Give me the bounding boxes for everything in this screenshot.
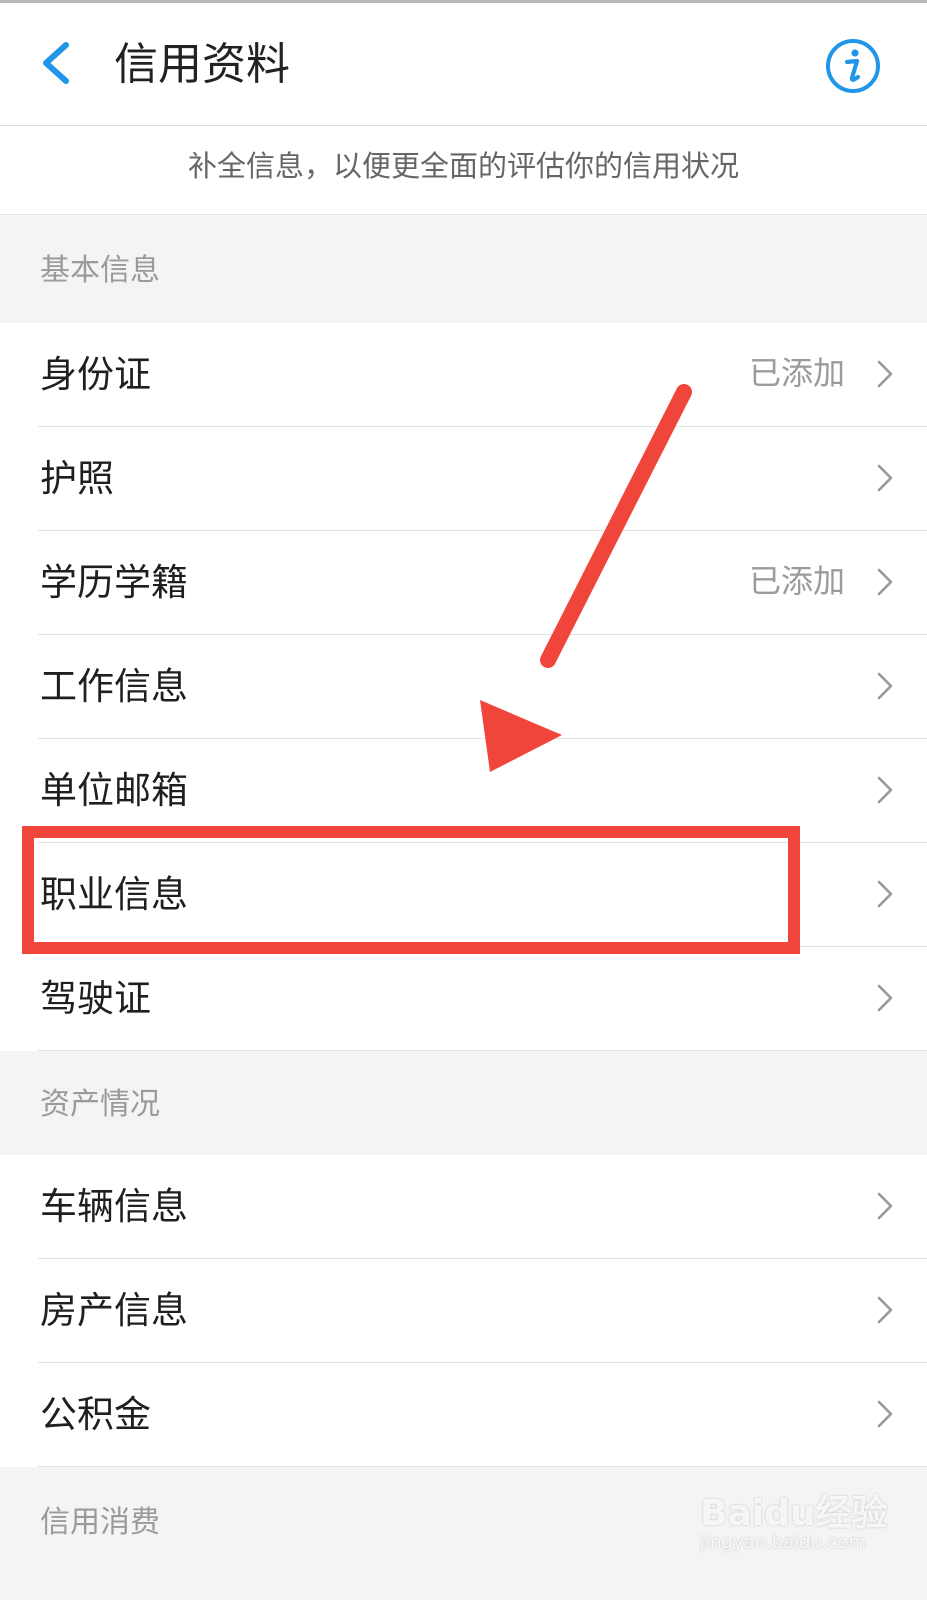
- chevron-left-icon: [43, 42, 69, 84]
- chevron-right-icon: [877, 360, 893, 388]
- item-label: 护照: [40, 457, 114, 500]
- chevron-right-icon: [877, 984, 893, 1012]
- section-title: 资产情况: [40, 1087, 160, 1122]
- section-header-assets: 资产情况: [0, 1051, 927, 1155]
- info-button[interactable]: [824, 37, 882, 95]
- list-item-driver-license[interactable]: 驾驶证: [0, 947, 927, 1051]
- item-label: 驾驶证: [40, 977, 151, 1020]
- section-title: 基本信息: [40, 253, 160, 288]
- list-item-id-card[interactable]: 身份证 已添加: [0, 323, 927, 427]
- chevron-right-icon: [877, 464, 893, 492]
- list-item-property[interactable]: 房产信息: [0, 1259, 927, 1363]
- list-item-passport[interactable]: 护照: [0, 427, 927, 531]
- chevron-right-icon: [877, 1192, 893, 1220]
- chevron-right-icon: [877, 1296, 893, 1324]
- item-status: 已添加: [748, 562, 845, 600]
- chevron-right-icon: [877, 672, 893, 700]
- subtitle-text: 补全信息，以便更全面的评估你的信用状况: [187, 149, 739, 183]
- section-title: 信用消费: [40, 1505, 160, 1540]
- nav-bar: 信用资料: [0, 3, 927, 126]
- subtitle-banner: 补全信息，以便更全面的评估你的信用状况: [0, 126, 927, 215]
- item-label: 工作信息: [40, 665, 188, 708]
- section-header-basic: 基本信息: [0, 215, 927, 323]
- back-button[interactable]: [30, 33, 90, 93]
- item-label: 身份证: [40, 353, 151, 396]
- chevron-right-icon: [877, 880, 893, 908]
- list-item-work-info[interactable]: 工作信息: [0, 635, 927, 739]
- watermark-logo: Baidu经验: [700, 1493, 888, 1534]
- item-label: 房产信息: [40, 1289, 188, 1332]
- list-assets: 车辆信息 房产信息 公积金: [0, 1155, 927, 1467]
- chevron-right-icon: [877, 568, 893, 596]
- chevron-right-icon: [877, 776, 893, 804]
- highlight-box: [22, 826, 800, 954]
- item-label: 公积金: [40, 1393, 151, 1436]
- watermark-url: jingyan.baidu.com: [700, 1532, 867, 1553]
- page-title: 信用资料: [114, 39, 290, 90]
- watermark: Baidu经验 jingyan.baidu.com: [700, 1484, 900, 1584]
- item-label: 学历学籍: [40, 561, 188, 604]
- info-circle-icon: [826, 39, 880, 93]
- item-label: 车辆信息: [40, 1185, 188, 1228]
- chevron-right-icon: [877, 1400, 893, 1428]
- list-item-education[interactable]: 学历学籍 已添加: [0, 531, 927, 635]
- list-item-housing-fund[interactable]: 公积金: [0, 1363, 927, 1467]
- list-item-vehicle[interactable]: 车辆信息: [0, 1155, 927, 1259]
- item-status: 已添加: [748, 354, 845, 392]
